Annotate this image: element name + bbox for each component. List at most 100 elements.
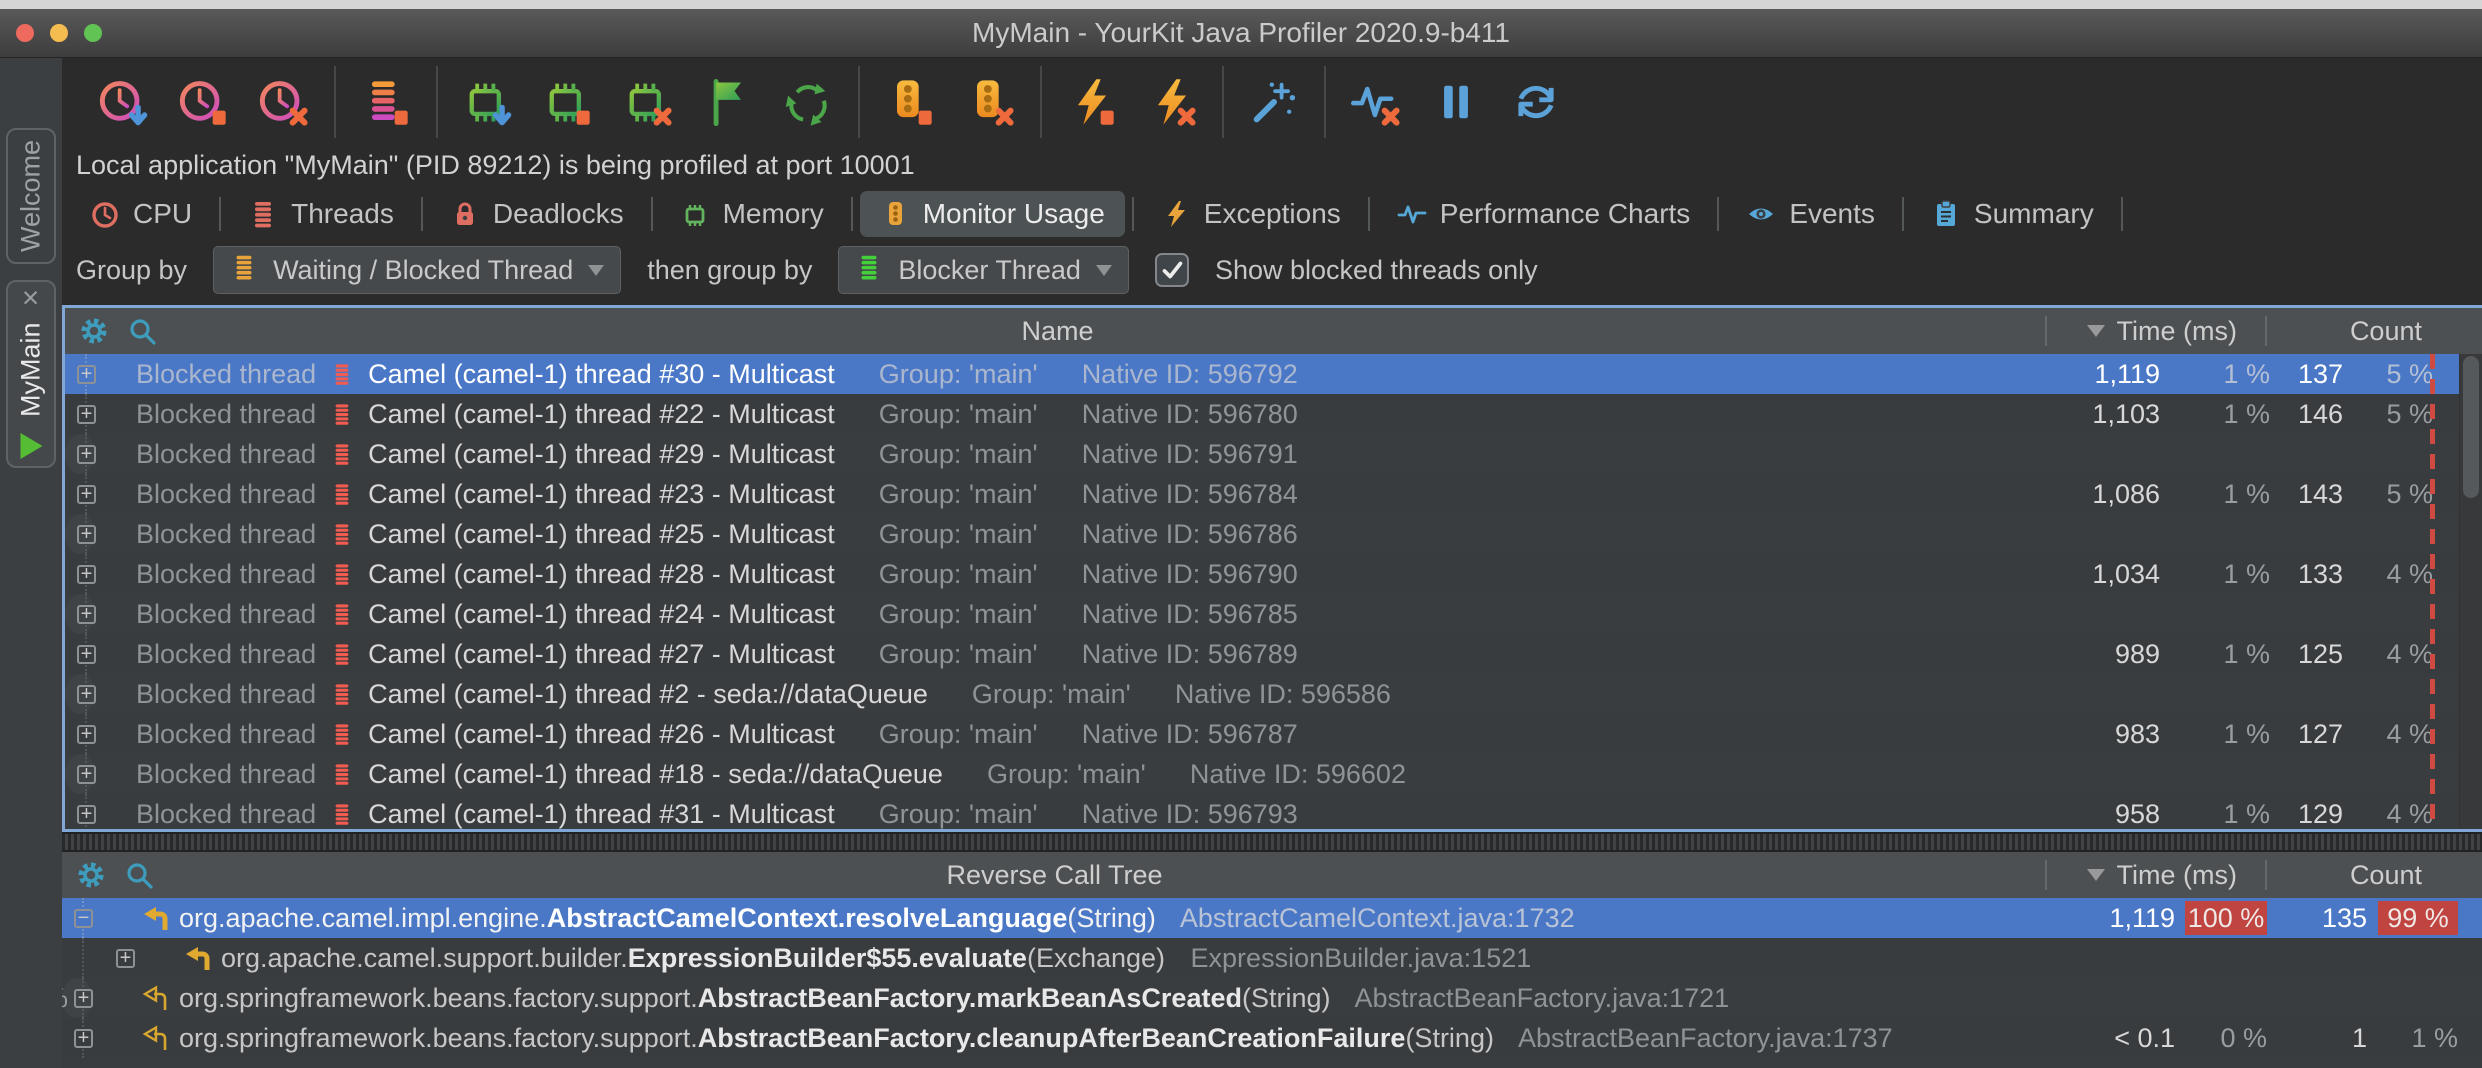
vertical-scrollbar[interactable]	[2459, 354, 2482, 829]
thread-row[interactable]: +Blocked threadCamel (camel-1) thread #2…	[65, 434, 95, 474]
inspections-wand-icon[interactable]	[1248, 76, 1300, 128]
call-arrow-icon	[139, 903, 169, 933]
thread-row[interactable]: +Blocked threadCamel (camel-1) thread #2…	[65, 554, 2482, 594]
expand-icon[interactable]: +	[77, 565, 96, 584]
memory-stop-icon[interactable]	[542, 76, 594, 128]
count-column-header[interactable]: Count	[2350, 852, 2422, 898]
time-cell: < 0.1	[2025, 1018, 2175, 1058]
expand-icon[interactable]: +	[77, 405, 96, 424]
force-gc-icon[interactable]	[782, 76, 834, 128]
tab-deadlocks[interactable]: Deadlocks	[430, 191, 644, 237]
monitor-clear-icon[interactable]	[964, 76, 1016, 128]
memory-clear-icon[interactable]	[622, 76, 674, 128]
thread-row[interactable]: +Blocked threadCamel (camel-1) thread #3…	[65, 354, 2482, 394]
call-tree-header: Reverse Call Tree Time (ms) Count	[62, 852, 2482, 899]
cpu-clear-icon[interactable]	[258, 76, 310, 128]
panel-splitter[interactable]	[62, 832, 2482, 852]
thread-group: Group: 'main'	[879, 559, 1038, 590]
thread-icon	[330, 519, 354, 549]
cpu-record-icon[interactable]	[98, 76, 150, 128]
thread-name: Camel (camel-1) thread #26 - Multicast	[368, 719, 835, 750]
bolt-icon	[1161, 199, 1191, 229]
expand-icon[interactable]: +	[77, 525, 96, 544]
thread-row[interactable]: + Blocked thread Camel (camel-1) thread #2…	[65, 474, 2482, 514]
thread-native-id: Native ID: 596602	[1190, 759, 1406, 790]
call-tree-row[interactable]: +org.apache.camel.support.builder.Expres…	[62, 938, 2482, 978]
tab-performance-charts[interactable]: Performance Charts	[1377, 191, 1711, 237]
count-column-header[interactable]: Count	[2350, 308, 2422, 354]
monitor-stop-icon[interactable]	[884, 76, 936, 128]
package-text: org.springframework.beans.factory.suppor…	[179, 983, 698, 1013]
time-column-header[interactable]: Time (ms)	[2087, 852, 2237, 898]
thread-row[interactable]: +Blocked threadCamel (camel-1) thread #2…	[65, 594, 95, 634]
tab-threads[interactable]: Threads	[228, 191, 414, 237]
expand-icon[interactable]: +	[77, 725, 96, 744]
toolbar-group	[860, 76, 1040, 128]
expand-icon[interactable]: +	[116, 949, 135, 968]
tab-cpu[interactable]: CPU	[70, 191, 212, 237]
name-column-header[interactable]: Name	[65, 308, 2050, 354]
tab-separator	[651, 197, 653, 231]
blocked-thread-label: Blocked thread	[136, 479, 316, 510]
expand-icon[interactable]: +	[77, 365, 96, 384]
thread-row[interactable]: +Blocked threadCamel (camel-1) thread #2…	[65, 394, 2482, 434]
thread-row[interactable]: +Blocked threadCamel (camel-1) thread #2…	[65, 634, 2482, 674]
telemetry-clear-icon[interactable]	[1350, 76, 1402, 128]
pause-icon[interactable]	[1430, 76, 1482, 128]
call-tree-row[interactable]: +org.springframework.beans.factory.suppo…	[62, 978, 92, 1018]
zoom-window-button[interactable]	[84, 24, 102, 42]
thread-row[interactable]: +Blocked threadCamel (camel-1) thread #2…	[65, 714, 2482, 754]
close-session-icon[interactable]: ×	[21, 289, 41, 307]
titlebar[interactable]: MyMain - YourKit Java Profiler 2020.9-b4…	[0, 9, 2482, 58]
group-by-dropdown[interactable]: Waiting / Blocked Thread	[213, 246, 621, 294]
tab-memory[interactable]: Memory	[660, 191, 844, 237]
welcome-tab[interactable]: Welcome	[6, 128, 56, 264]
toolbar-group	[438, 76, 858, 128]
then-group-by-dropdown[interactable]: Blocker Thread	[838, 246, 1129, 294]
blocked-thread-label: Blocked thread	[136, 519, 316, 550]
expand-icon[interactable]: +	[77, 765, 96, 784]
thread-telemetry-icon[interactable]	[360, 76, 412, 128]
generation-flag-icon[interactable]	[702, 76, 754, 128]
tab-monitor-usage[interactable]: Monitor Usage	[860, 191, 1125, 237]
count-cell: 133	[2233, 554, 2343, 594]
expand-icon[interactable]: +	[74, 1029, 93, 1048]
expand-icon[interactable]: +	[74, 989, 93, 1008]
thread-row[interactable]: +Blocked threadCamel (camel-1) thread #1…	[65, 754, 95, 794]
expand-icon[interactable]: +	[77, 605, 96, 624]
tab-events[interactable]: Events	[1726, 191, 1895, 237]
tab-label: Monitor Usage	[923, 198, 1105, 230]
call-tree-row[interactable]: +org.springframework.beans.factory.suppo…	[62, 1018, 2482, 1058]
thread-row[interactable]: +Blocked threadCamel (camel-1) thread #2…	[65, 514, 95, 554]
thread-row[interactable]: +Blocked threadCamel (camel-1) thread #2…	[65, 674, 95, 714]
signature-text: (String)	[1067, 903, 1156, 933]
thread-name: Camel (camel-1) thread #23 - Multicast	[368, 479, 835, 510]
thread-native-id: Native ID: 596791	[1082, 439, 1298, 470]
exception-clear-icon[interactable]	[1146, 76, 1198, 128]
expand-icon[interactable]: +	[77, 805, 96, 824]
time-column-header[interactable]: Time (ms)	[2087, 308, 2237, 354]
running-session-play-icon	[20, 433, 42, 459]
tab-exceptions[interactable]: Exceptions	[1141, 191, 1361, 237]
exception-stop-icon[interactable]	[1066, 76, 1118, 128]
expand-icon[interactable]: +	[77, 645, 96, 664]
tab-summary[interactable]: Summary	[1911, 191, 2114, 237]
column-separator	[2265, 316, 2267, 346]
call-tree-row[interactable]: −org.apache.camel.impl.engine.AbstractCa…	[62, 898, 2482, 938]
time-percent-cell: 0 %	[2185, 1018, 2267, 1058]
close-window-button[interactable]	[16, 24, 34, 42]
expand-icon[interactable]: +	[77, 485, 96, 504]
scrollbar-thumb[interactable]	[2463, 356, 2479, 498]
thread-row[interactable]: +Blocked threadCamel (camel-1) thread #3…	[65, 794, 2482, 832]
minimize-window-button[interactable]	[50, 24, 68, 42]
refresh-icon[interactable]	[1510, 76, 1562, 128]
session-tab-mymain[interactable]: MyMain ×	[6, 280, 56, 468]
expand-icon[interactable]: +	[77, 445, 96, 464]
cpu-stop-icon[interactable]	[178, 76, 230, 128]
time-cell: 958	[2010, 794, 2160, 832]
collapse-icon[interactable]: −	[74, 909, 93, 928]
show-blocked-threads-checkbox[interactable]	[1155, 253, 1189, 287]
thread-group: Group: 'main'	[879, 359, 1038, 390]
expand-icon[interactable]: +	[77, 685, 96, 704]
memory-record-icon[interactable]	[462, 76, 514, 128]
